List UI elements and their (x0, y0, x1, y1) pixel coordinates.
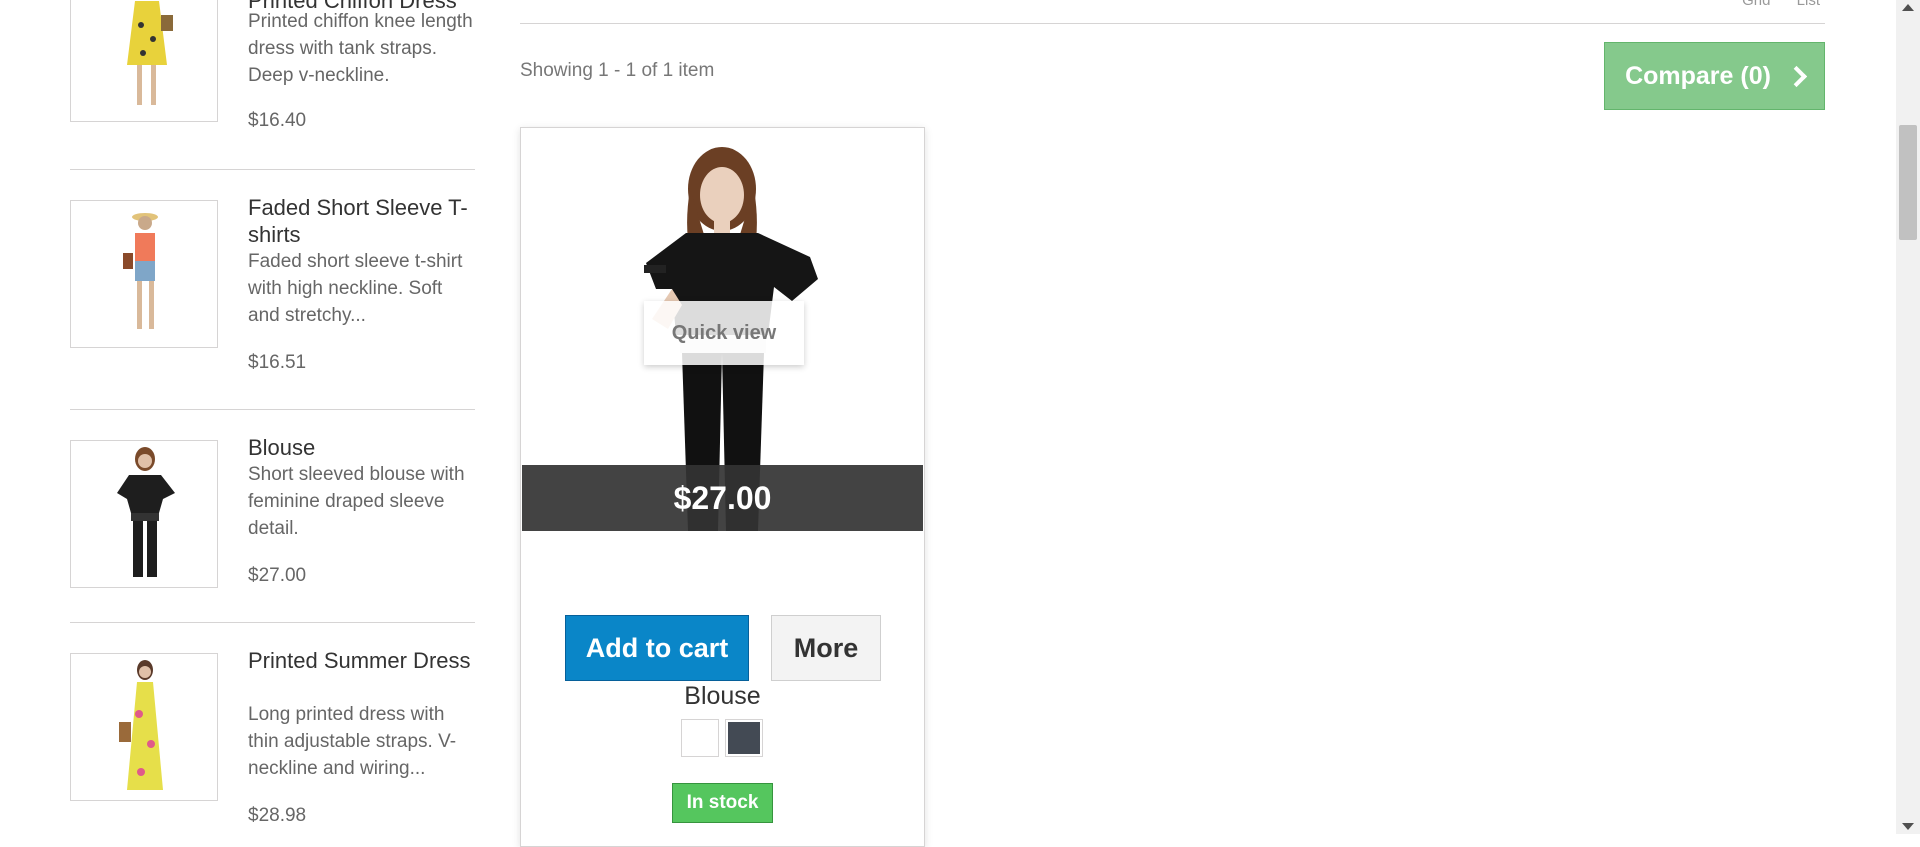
product-price: $16.40 (248, 110, 307, 131)
results-count: Showing 1 - 1 of 1 item (520, 60, 715, 81)
swatch-fill (728, 722, 760, 754)
price-overlay: $27.00 (522, 465, 923, 531)
color-swatch-white[interactable] (681, 719, 719, 757)
sidebar-product-list: Printed Chiffon Dress Printed chiffon kn… (0, 0, 480, 834)
product-thumbnail[interactable] (70, 0, 218, 122)
compare-button[interactable]: Compare (0) (1604, 42, 1825, 110)
product-description: Short sleeved blouse with feminine drape… (248, 464, 465, 539)
add-to-cart-button[interactable]: Add to cart (565, 615, 749, 681)
yellow-dress-model-image (127, 1, 173, 105)
product-thumbnail[interactable] (70, 653, 218, 801)
black-blouse-model-image (117, 447, 175, 577)
product-price: $16.51 (248, 352, 307, 373)
scrollbar[interactable] (1896, 0, 1920, 834)
summer-dress-model-image (119, 660, 163, 790)
product-name[interactable]: Blouse (248, 434, 478, 461)
compare-label: Compare (0) (1625, 61, 1771, 90)
divider (70, 622, 475, 623)
chevron-right-icon (1785, 65, 1808, 87)
product-name[interactable]: Printed Summer Dress (248, 647, 478, 674)
stock-badge: In stock (672, 783, 773, 823)
scroll-down-arrow-icon[interactable] (1902, 823, 1914, 830)
swatch-fill (684, 722, 716, 754)
divider (520, 23, 1825, 24)
product-price: $27.00 (248, 565, 307, 586)
list-view-link[interactable]: List (1797, 0, 1820, 9)
product-description: Printed chiffon knee length dress with t… (248, 11, 473, 86)
scroll-up-arrow-icon[interactable] (1902, 4, 1914, 11)
scroll-thumb[interactable] (1899, 125, 1917, 240)
product-name[interactable]: Blouse (521, 682, 924, 711)
view-toggle: Grid List (1720, 0, 1820, 9)
product-description: Faded short sleeve t-shirt with high nec… (248, 251, 463, 326)
product-description: Long printed dress with thin adjustable … (248, 704, 457, 779)
divider (70, 409, 475, 410)
product-thumbnail[interactable] (70, 440, 218, 588)
orange-tshirt-model-image (123, 213, 158, 329)
color-swatch-dark[interactable] (725, 719, 763, 757)
product-thumbnail[interactable] (70, 200, 218, 348)
product-name[interactable]: Faded Short Sleeve T-shirts (248, 194, 478, 248)
quick-view-button[interactable]: Quick view (644, 301, 804, 365)
product-card[interactable]: Quick view $27.00 Blouse Add to cart Mor… (520, 127, 925, 847)
more-button[interactable]: More (771, 615, 881, 681)
product-price: $28.98 (248, 805, 307, 826)
grid-view-link[interactable]: Grid (1742, 0, 1770, 9)
product-image[interactable]: Quick view $27.00 (522, 129, 923, 531)
divider (70, 169, 475, 170)
